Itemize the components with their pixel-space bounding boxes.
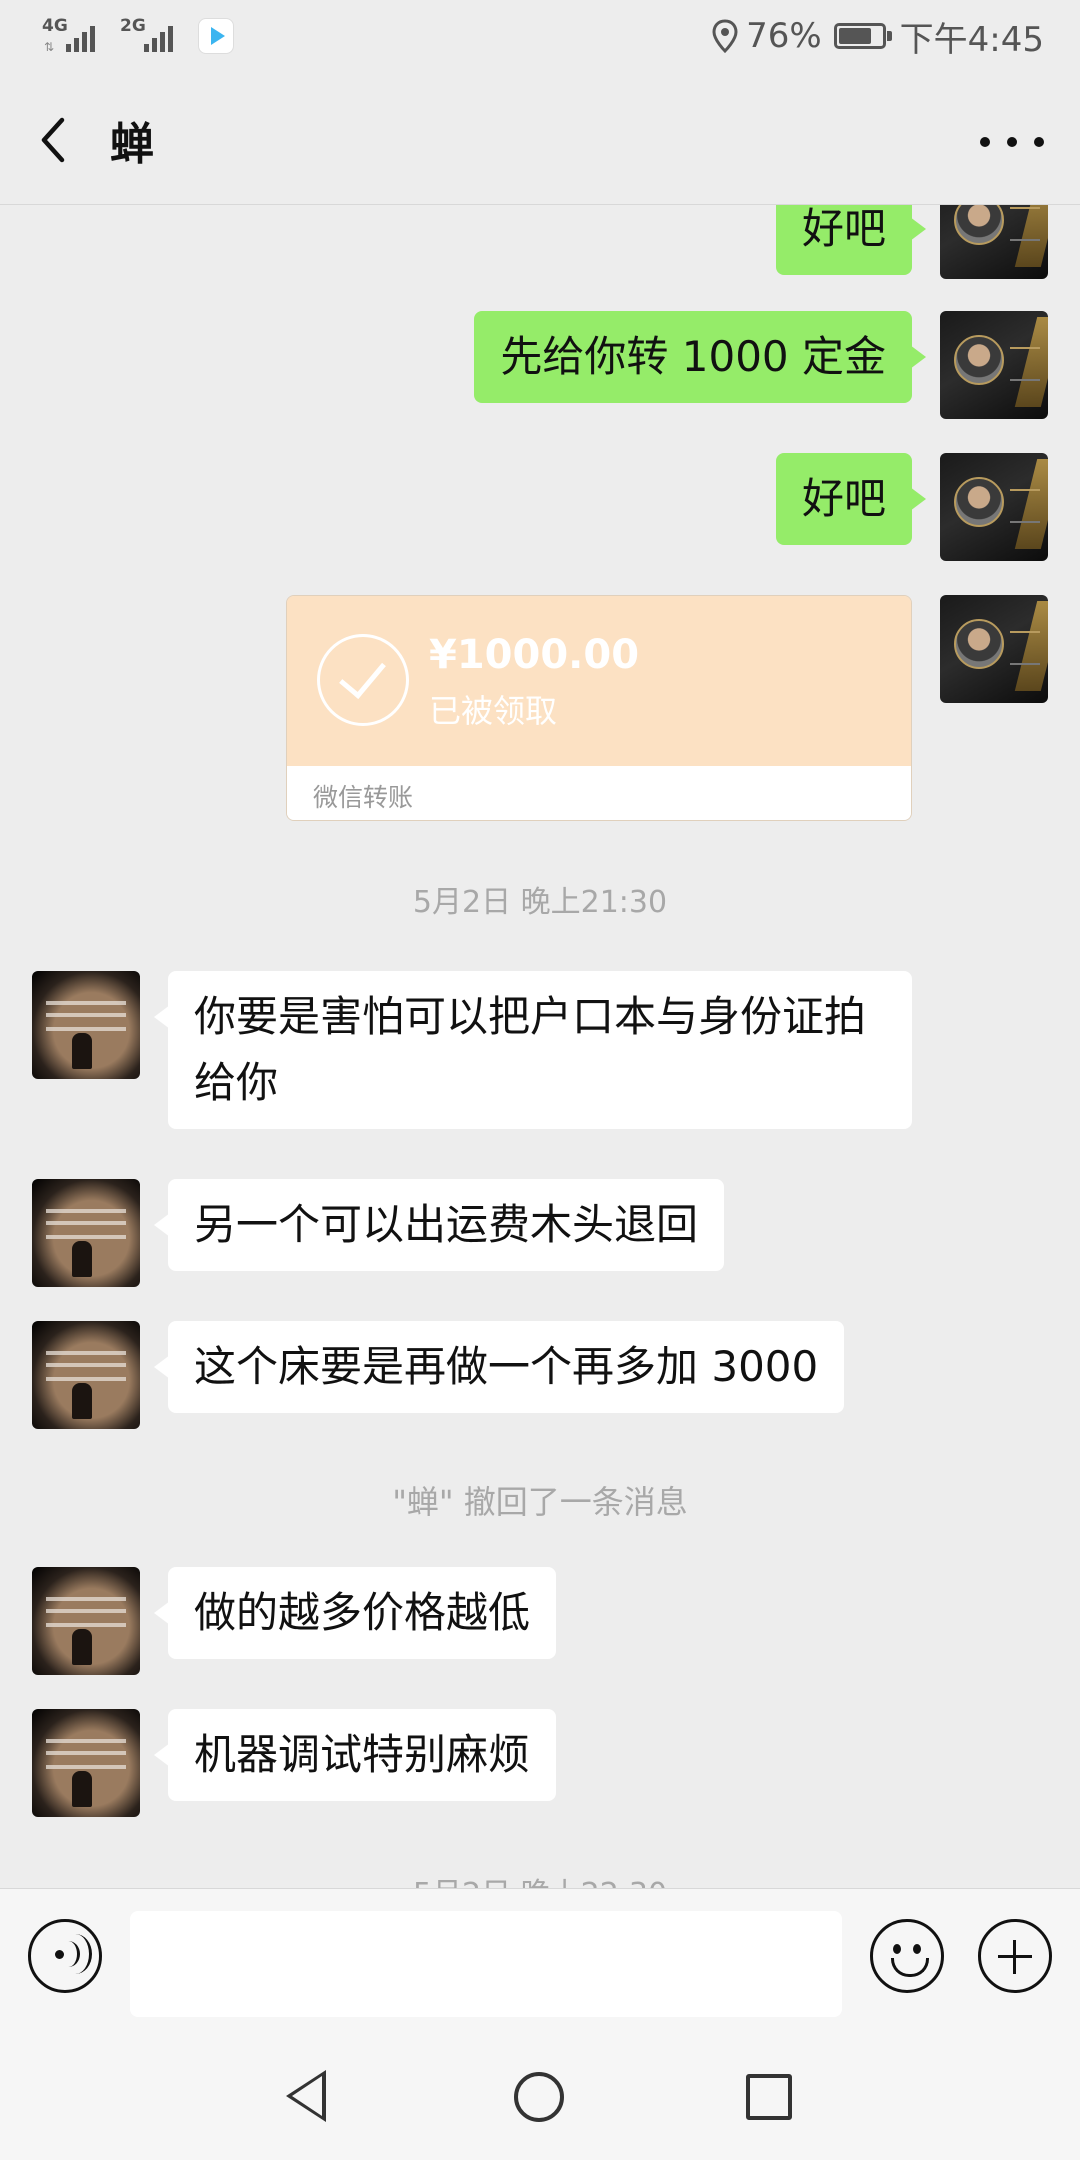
message-list[interactable]: 好吧 先给你转 1000 定金 好吧 ¥1000.00 已被领取 微信转账 5月… xyxy=(0,205,1080,1888)
battery-percent: 76% xyxy=(746,16,822,56)
emoji-icon[interactable] xyxy=(870,1919,944,1993)
my-avatar[interactable] xyxy=(940,595,1048,703)
nav-home-icon[interactable] xyxy=(514,2072,564,2122)
my-avatar[interactable] xyxy=(940,205,1048,279)
nav-back-icon[interactable] xyxy=(286,2070,326,2122)
checkmark-circle-icon xyxy=(317,634,409,726)
my-avatar[interactable] xyxy=(940,311,1048,419)
transfer-status: 已被领取 xyxy=(429,692,558,730)
timestamp: 5月2日 晚上21:30 xyxy=(412,885,668,920)
nav-recent-apps-icon[interactable] xyxy=(746,2074,792,2120)
contact-message-bubble[interactable]: 你要是害怕可以把户口本与身份证拍给你 xyxy=(154,971,912,1129)
contact-message-bubble[interactable]: 另一个可以出运费木头退回 xyxy=(153,1179,725,1271)
my-message-bubble[interactable]: 先给你转 1000 定金 xyxy=(474,311,926,403)
status-right: 76% 下午4:45 xyxy=(712,14,1044,60)
my-message-bubble[interactable]: 好吧 xyxy=(775,205,927,275)
status-bar: 4G ⇅ 2G 76% 下午4:45 xyxy=(0,0,1080,72)
contact-avatar[interactable] xyxy=(32,971,140,1079)
voice-icon[interactable] xyxy=(28,1919,102,1993)
contact-avatar[interactable] xyxy=(32,1709,140,1817)
signal-4g-icon: 4G ⇅ xyxy=(42,14,104,58)
system-nav-bar xyxy=(0,2030,1080,2160)
contact-message-bubble[interactable]: 这个床要是再做一个再多加 3000 xyxy=(153,1321,845,1413)
location-icon xyxy=(712,19,738,53)
signal-2g-label: 2G xyxy=(120,16,146,36)
chat-title: 蝉 xyxy=(110,119,154,170)
data-arrows-icon: ⇅ xyxy=(44,40,55,54)
plus-icon[interactable] xyxy=(978,1919,1052,1993)
contact-avatar[interactable] xyxy=(32,1567,140,1675)
status-time: 下午4:45 xyxy=(899,19,1044,60)
transfer-card[interactable]: ¥1000.00 已被领取 微信转账 xyxy=(286,595,912,821)
transfer-amount: ¥1000.00 xyxy=(429,632,640,678)
signal-4g-label: 4G xyxy=(42,16,68,36)
signal-2g-icon: 2G xyxy=(120,14,182,58)
message-input[interactable] xyxy=(130,1911,842,2017)
input-bar xyxy=(0,1888,1080,2031)
chevron-left-icon[interactable] xyxy=(34,112,74,168)
my-message-bubble[interactable]: 好吧 xyxy=(775,453,927,545)
contact-avatar[interactable] xyxy=(32,1179,140,1287)
contact-message-bubble[interactable]: 机器调试特别麻烦 xyxy=(153,1709,557,1801)
contact-message-bubble[interactable]: 做的越多价格越低 xyxy=(153,1567,557,1659)
my-avatar[interactable] xyxy=(940,453,1048,561)
timestamp: 5月2日 晚上22:30 xyxy=(0,1869,1080,1888)
battery-icon xyxy=(833,23,892,49)
more-dots-icon[interactable] xyxy=(980,122,1044,162)
recall-notice: "蝉" 撤回了一条消息 xyxy=(392,1483,688,1521)
contact-avatar[interactable] xyxy=(32,1321,140,1429)
status-left: 4G ⇅ 2G xyxy=(42,14,234,58)
chat-header: 蝉 xyxy=(0,72,1080,205)
video-app-notification-icon xyxy=(198,18,234,54)
transfer-label: 微信转账 xyxy=(313,783,414,812)
